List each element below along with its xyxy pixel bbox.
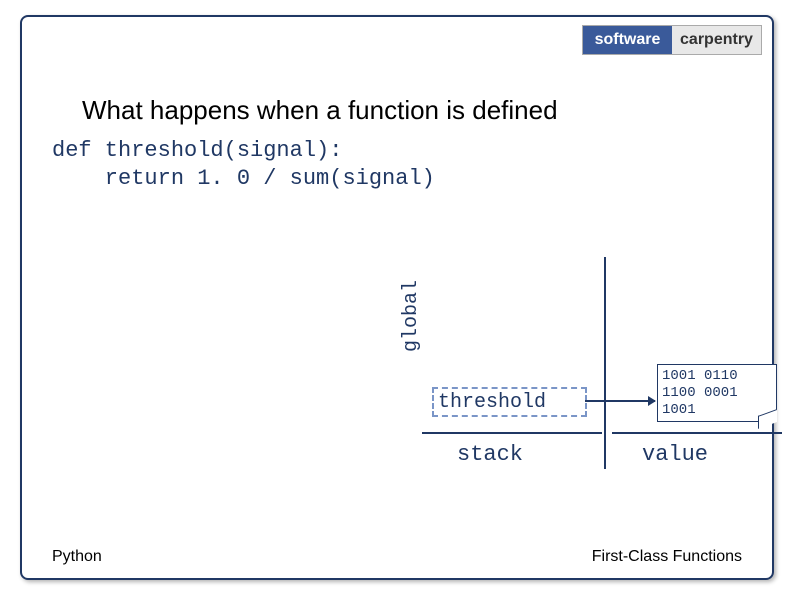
stack-frame-threshold: threshold	[432, 387, 587, 417]
code-block: def threshold(signal): return 1. 0 / sum…	[52, 137, 435, 192]
stack-column-label: stack	[457, 442, 523, 467]
footer-right: First-Class Functions	[592, 548, 742, 566]
code-line-1: def threshold(signal):	[52, 138, 342, 163]
slide-frame: software carpentry What happens when a f…	[20, 15, 774, 580]
stack-underline	[422, 432, 602, 434]
slide-heading: What happens when a function is defined	[82, 95, 558, 126]
value-column-label: value	[642, 442, 708, 467]
column-divider	[604, 257, 606, 469]
bytecode-value-box: 1001 0110 1100 0001 1001	[657, 364, 777, 422]
reference-arrow	[585, 400, 655, 402]
memory-diagram: global threshold 1001 0110 1100 0001 100…	[312, 257, 782, 477]
scope-label-global: global	[400, 280, 423, 352]
logo-right-text: carpentry	[672, 26, 761, 54]
value-underline	[612, 432, 782, 434]
logo-inner: software carpentry	[583, 26, 761, 54]
code-line-2: return 1. 0 / sum(signal)	[52, 166, 435, 191]
logo: software carpentry	[582, 25, 762, 55]
footer-left: Python	[52, 548, 102, 566]
logo-left-text: software	[583, 26, 672, 54]
